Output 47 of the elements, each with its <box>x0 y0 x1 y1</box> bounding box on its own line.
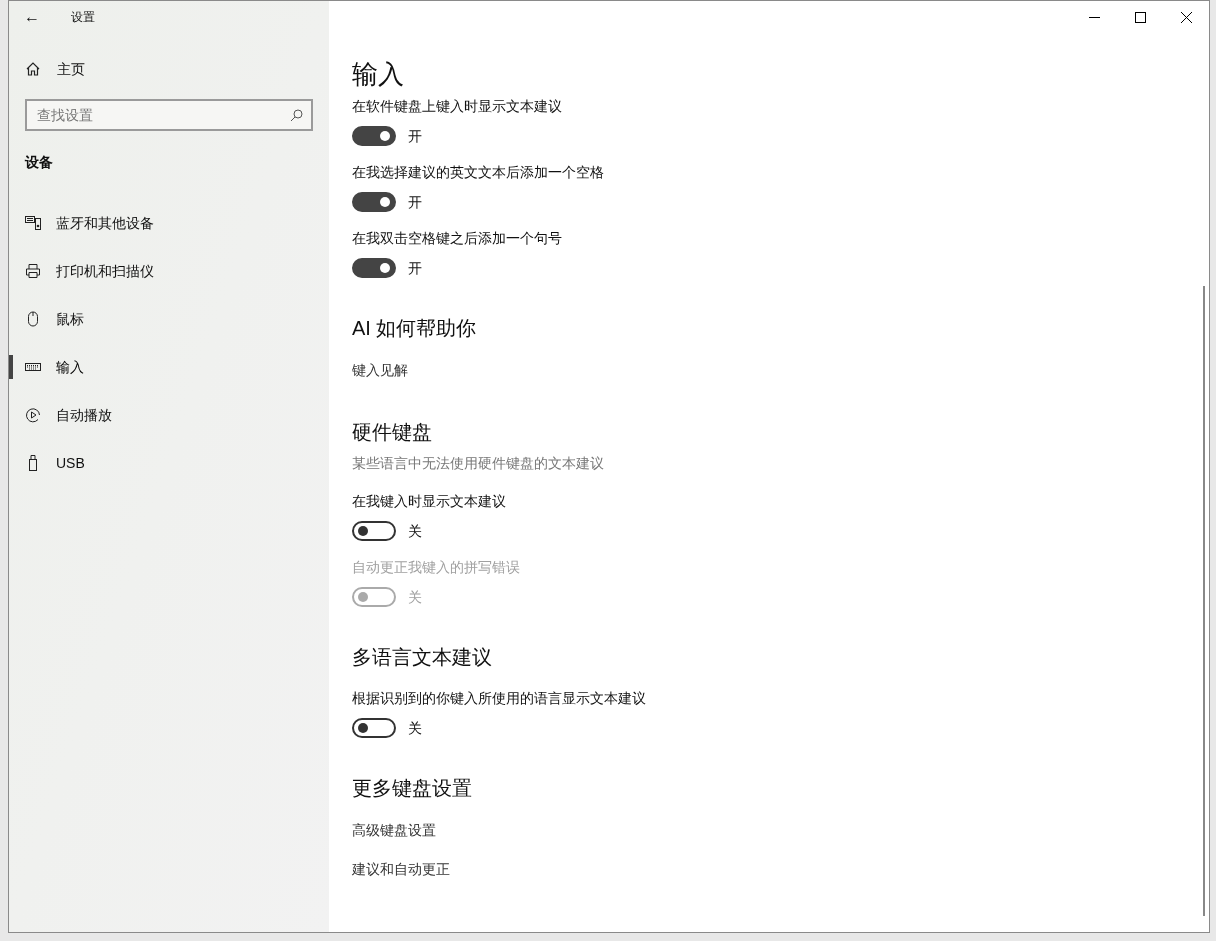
settings-link[interactable]: 高级键盘设置 <box>352 820 436 840</box>
printer-icon <box>25 263 41 279</box>
minimize-icon <box>1088 16 1100 18</box>
home-link[interactable]: 主页 <box>57 58 85 80</box>
toggle-state-label: 关 <box>408 718 422 738</box>
toggle-state-label: 开 <box>408 192 422 212</box>
setting-label: 在我选择建议的英文文本后添加一个空格 <box>352 163 604 182</box>
toggle-state-label: 关 <box>408 521 422 541</box>
toggle-state-label: 关 <box>408 587 422 607</box>
toggle-switch[interactable] <box>352 126 396 146</box>
search-field[interactable]: 查找设置 <box>25 99 313 131</box>
settings-link[interactable]: 建议和自动更正 <box>352 859 450 879</box>
section-heading: 更多键盘设置 <box>352 776 472 801</box>
scrollbar[interactable] <box>1203 286 1205 916</box>
nav-item[interactable]: 打印机和扫描仪 <box>9 261 329 281</box>
toggle-switch[interactable] <box>352 718 396 738</box>
keyboard-speaker-icon <box>25 215 41 231</box>
nav-item[interactable]: 鼠标 <box>9 309 329 329</box>
nav-item[interactable]: 输入 <box>9 357 329 377</box>
toggle-switch[interactable] <box>352 521 396 541</box>
setting-label: 在我双击空格键之后添加一个句号 <box>352 229 562 248</box>
section-heading: 设备 <box>25 153 53 172</box>
nav-item[interactable]: 蓝牙和其他设备 <box>9 213 329 233</box>
close-icon <box>1180 11 1192 23</box>
play-circle-icon <box>25 407 41 423</box>
nav-item[interactable]: 自动播放 <box>9 405 329 425</box>
search-icon <box>290 109 303 122</box>
page-title: 输入 <box>352 58 404 91</box>
setting-label: 根据识别到的你键入所使用的语言显示文本建议 <box>352 689 646 708</box>
back-button[interactable]: ← <box>9 1 55 33</box>
setting-label: 自动更正我键入的拼写错误 <box>352 558 520 577</box>
maximize-icon <box>1134 11 1146 23</box>
toggle-state-label: 开 <box>408 126 422 146</box>
description-text: 某些语言中无法使用硬件键盘的文本建议 <box>352 454 604 473</box>
window-title: 设置 <box>71 9 95 26</box>
setting-label: 在我键入时显示文本建议 <box>352 492 506 511</box>
mouse-icon <box>25 311 41 327</box>
toggle-state-label: 开 <box>408 258 422 278</box>
setting-label: 在软件键盘上键入时显示文本建议 <box>352 97 562 116</box>
nav-item[interactable]: USB <box>9 453 329 473</box>
toggle-switch[interactable] <box>352 192 396 212</box>
settings-link[interactable]: 键入见解 <box>352 360 408 380</box>
section-heading: AI 如何帮助你 <box>352 316 477 341</box>
section-heading: 多语言文本建议 <box>352 645 492 670</box>
home-icon <box>25 61 41 77</box>
toggle-switch[interactable] <box>352 258 396 278</box>
section-heading: 硬件键盘 <box>352 420 432 445</box>
